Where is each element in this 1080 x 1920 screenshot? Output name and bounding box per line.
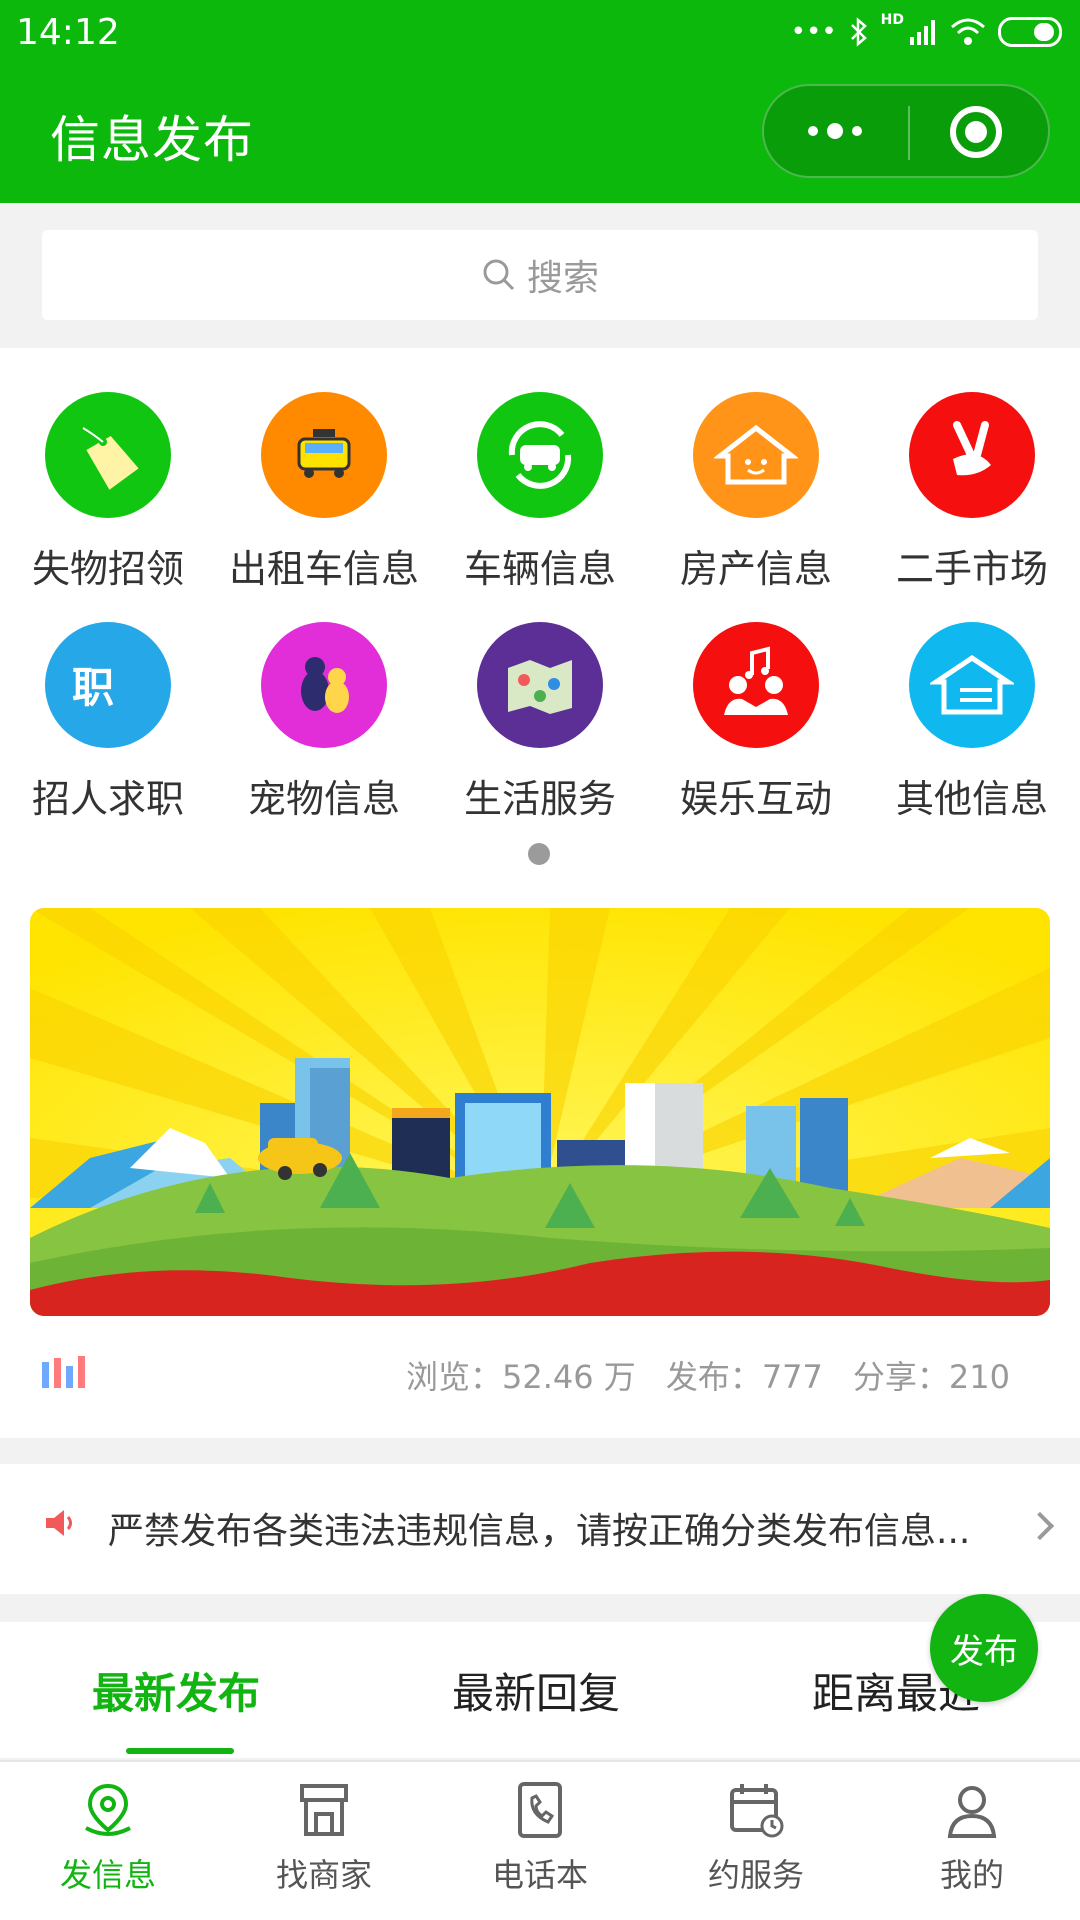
bluetooth-icon (850, 17, 867, 47)
notice-text: 严禁发布各类违法违规信息，请按正确分类发布信息... (108, 1511, 971, 1552)
svg-text:职: 职 (72, 663, 114, 712)
taxi-icon (261, 392, 387, 518)
status-icons: ••• HD (791, 12, 1062, 52)
nav-phonebook[interactable]: 电话本 (432, 1780, 648, 1896)
nav-services[interactable]: 约服务 (648, 1780, 864, 1896)
category-item[interactable]: 娱乐互动 (648, 622, 864, 822)
nav-label: 找商家 (275, 1856, 372, 1894)
battery-icon (998, 17, 1062, 47)
nav-label: 发信息 (59, 1856, 156, 1894)
nav-me[interactable]: 我的 (864, 1780, 1080, 1896)
category-label: 其他信息 (895, 777, 1048, 821)
category-label: 宠物信息 (247, 777, 400, 821)
tab-latest-posts[interactable]: 最新发布 (92, 1660, 260, 1721)
category-item[interactable]: 职招人求职 (0, 622, 216, 822)
category-item[interactable]: 其他信息 (864, 622, 1080, 822)
search-input[interactable]: 搜索 (42, 230, 1038, 320)
publish-button[interactable]: 发布 (930, 1594, 1038, 1702)
stats-text: 浏览：52.46 万 发布：777 分享：210 (406, 1352, 1010, 1398)
page-indicator (528, 843, 550, 865)
category-label: 车辆信息 (463, 547, 616, 591)
status-time: 14:12 (16, 12, 120, 53)
bar-chart-icon (42, 1356, 85, 1388)
home-icon (909, 622, 1035, 748)
network-label: HD (880, 12, 904, 28)
house-icon (693, 392, 819, 518)
category-label: 二手市场 (895, 547, 1048, 591)
category-item[interactable]: 失物招领 (0, 392, 216, 592)
signal-icon (910, 20, 935, 45)
hand-icon (909, 392, 1035, 518)
wifi-icon (951, 18, 985, 45)
category-item[interactable]: 房产信息 (648, 392, 864, 592)
nav-merchants[interactable]: 找商家 (216, 1780, 432, 1896)
category-label: 招人求职 (31, 777, 184, 821)
map-icon (477, 622, 603, 748)
more-icon: ••• (790, 17, 837, 47)
calendar-icon (648, 1780, 864, 1844)
nav-label: 我的 (939, 1856, 1004, 1894)
category-label: 出租车信息 (228, 547, 419, 591)
category-item[interactable]: 出租车信息 (216, 392, 432, 592)
car-icon (477, 392, 603, 518)
nav-label: 电话本 (491, 1856, 588, 1894)
nav-post[interactable]: 发信息 (0, 1780, 216, 1896)
tab-underline (126, 1748, 234, 1754)
views-count: 浏览：52.46 万 (406, 1358, 636, 1396)
more-button[interactable] (764, 86, 906, 176)
search-icon (483, 259, 515, 291)
category-item[interactable]: 宠物信息 (216, 622, 432, 822)
category-label: 娱乐互动 (679, 777, 832, 821)
category-label: 失物招领 (31, 547, 184, 591)
store-icon (216, 1780, 432, 1844)
tab-latest-replies[interactable]: 最新回复 (452, 1660, 620, 1721)
nav-label: 约服务 (707, 1856, 804, 1894)
user-icon (864, 1780, 1080, 1844)
category-item[interactable]: 二手市场 (864, 392, 1080, 592)
shares-count: 分享：210 (852, 1358, 1010, 1396)
page-title: 信息发布 (50, 111, 254, 169)
category-item[interactable]: 生活服务 (432, 622, 648, 822)
category-label: 房产信息 (679, 547, 832, 591)
location-pin-icon (0, 1780, 216, 1844)
music-icon (693, 622, 819, 748)
posts-count: 发布：777 (665, 1358, 823, 1396)
category-label: 生活服务 (463, 777, 616, 821)
search-placeholder: 搜索 (526, 258, 599, 299)
banner-image[interactable] (30, 908, 1050, 1316)
pet-icon (261, 622, 387, 748)
capsule-divider (908, 106, 910, 160)
speaker-icon (46, 1510, 72, 1536)
phone-book-icon (432, 1780, 648, 1844)
category-item[interactable]: 车辆信息 (432, 392, 648, 592)
close-button[interactable] (950, 106, 1002, 158)
mini-program-capsule (762, 84, 1050, 178)
job-icon: 职 (45, 622, 171, 748)
price-tag-icon (45, 392, 171, 518)
